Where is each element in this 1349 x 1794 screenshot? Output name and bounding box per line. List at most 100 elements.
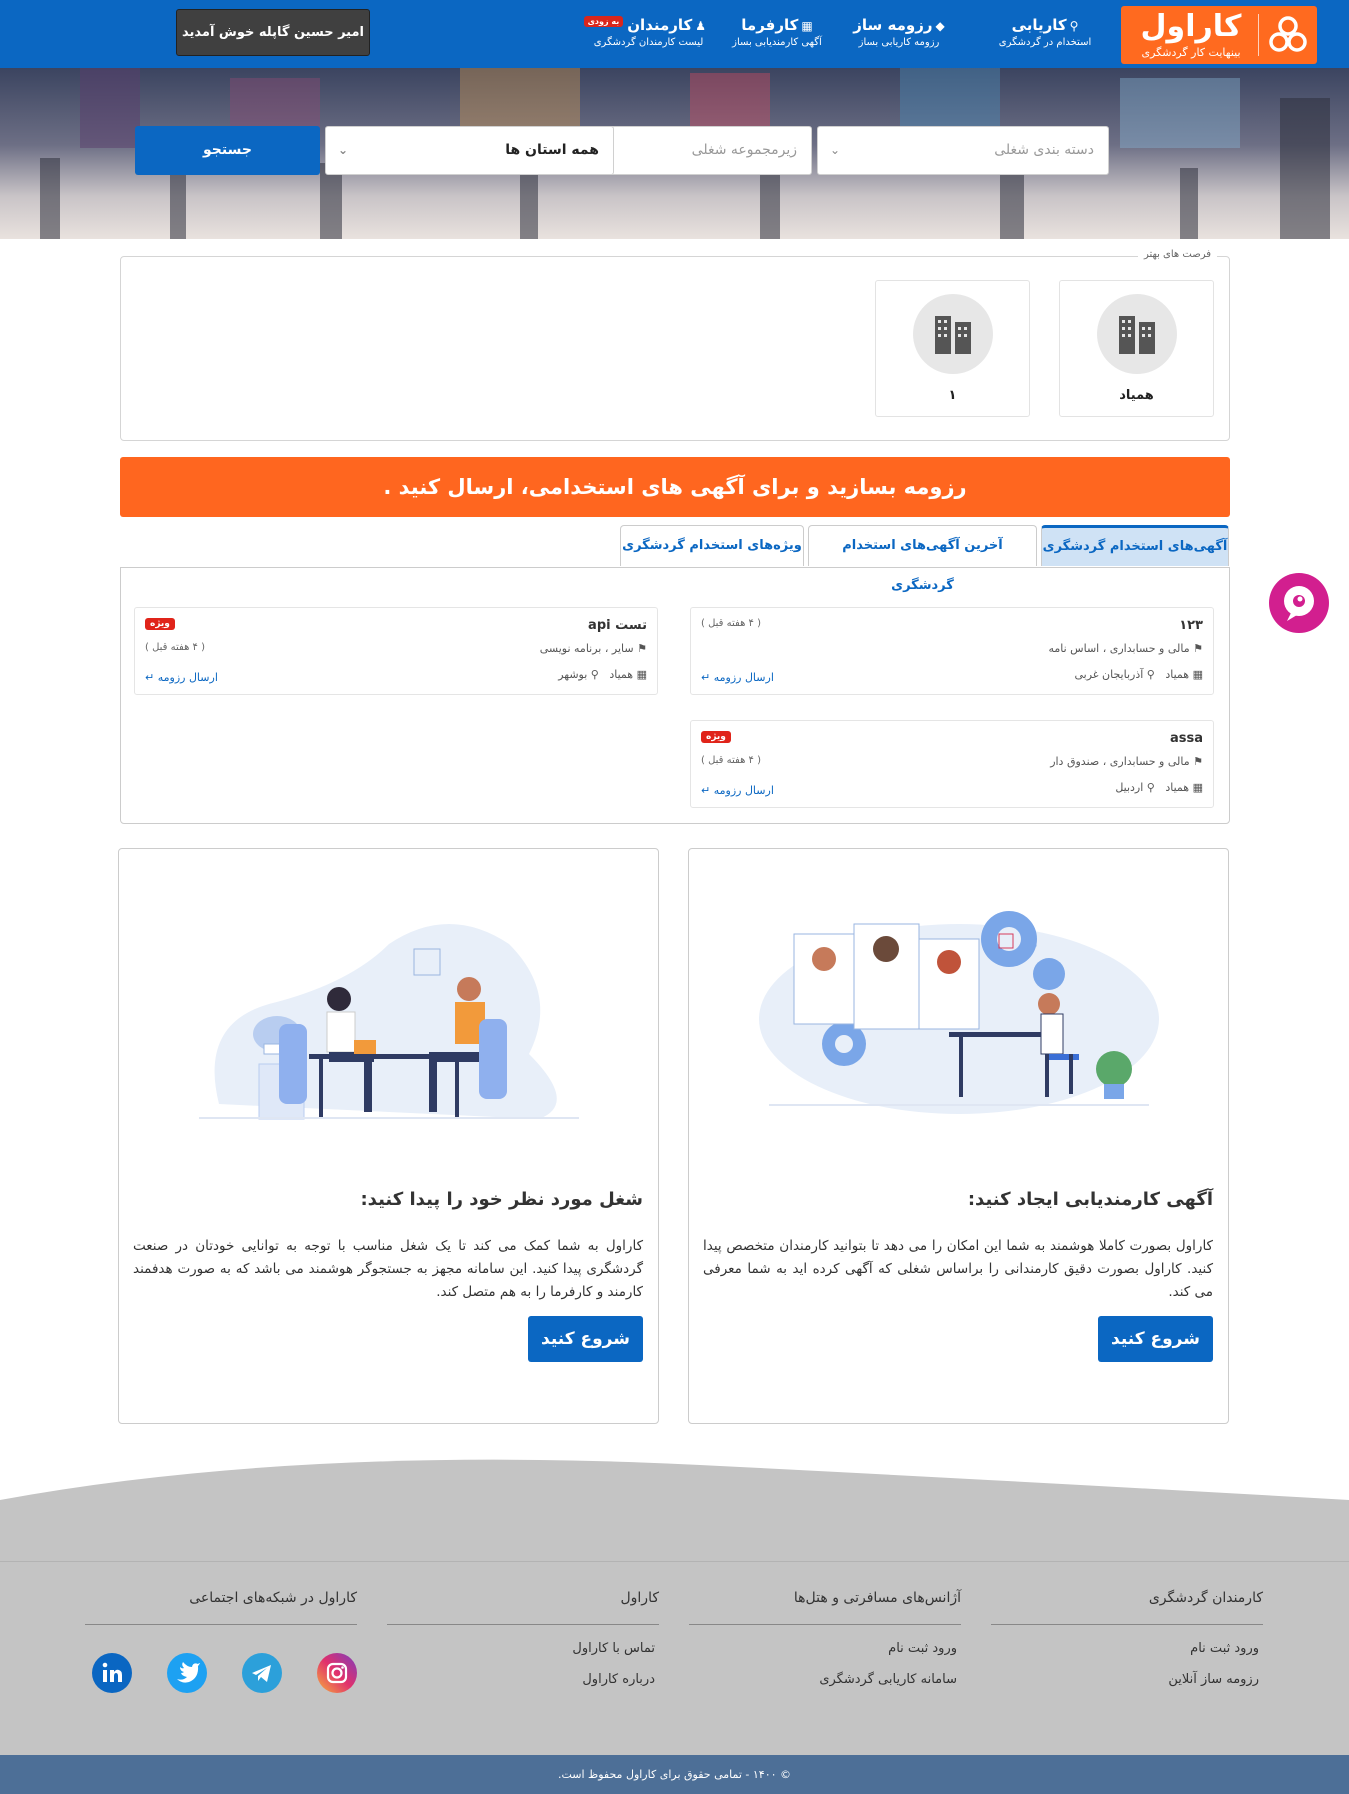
footer-heading: کاراول	[387, 1590, 659, 1625]
job-card[interactable]: assa ⚑ مالی و حسابداری ، صندوق دار ▦ همی…	[690, 720, 1214, 808]
feature-text: کاراول به شما کمک می کند تا یک شغل مناسب…	[133, 1238, 643, 1300]
nav-employees[interactable]: ♟کارمندانبه زودی لیست کارمندان گردشگری	[583, 16, 706, 48]
footer-link-login[interactable]: ورود ثبت نام	[689, 1641, 961, 1656]
jobseeker-feature-card: شغل مورد نظر خود را پیدا کنید: کاراول به…	[118, 848, 659, 1424]
job-title: تست api	[588, 618, 647, 633]
interview-illustration	[199, 924, 579, 1120]
site-footer: کارمندان گردشگری ورود ثبت نام رزومه ساز …	[0, 1530, 1349, 1755]
job-category: مالی و حسابداری ، اساس نامه	[1048, 642, 1190, 655]
logo-subtitle: بینهایت کار گردشگری	[1141, 46, 1241, 59]
building-icon: ▦	[1192, 668, 1203, 681]
twitter-icon[interactable]	[167, 1653, 207, 1693]
users-icon: ♟	[695, 19, 706, 33]
company-card[interactable]: ۱	[875, 280, 1030, 417]
footer-heading: کارمندان گردشگری	[991, 1590, 1263, 1625]
better-opportunities-box: فرصت های بهتر همیاد ۱	[120, 249, 1230, 441]
recruitment-illustration	[759, 911, 1159, 1114]
tab-tourism-jobs[interactable]: آگهی‌های استخدام گردشگری	[1041, 525, 1229, 566]
footer-link-resume-builder[interactable]: رزومه ساز آنلاین	[991, 1672, 1263, 1687]
job-category: مالی و حسابداری ، صندوق دار	[1050, 755, 1190, 768]
logo-title: کاراول	[1140, 9, 1242, 44]
building-icon	[1118, 316, 1155, 354]
job-listings: ۱۲۳ ⚑ مالی و حسابداری ، اساس نامه ▦ همیا…	[120, 567, 1230, 824]
building-icon	[934, 316, 971, 354]
job-location: اردبیل	[1115, 781, 1144, 794]
search-icon: ⚲	[1069, 19, 1079, 33]
tab-special-jobs[interactable]: ویژه‌های استخدام گردشگری	[620, 525, 804, 566]
building-icon: ▦	[1192, 781, 1203, 794]
job-card[interactable]: تست api ⚑ سایر ، برنامه نویسی ▦ همیاد ⚲ …	[134, 607, 658, 695]
logo-icon	[1269, 16, 1307, 52]
feature-text: کاراول بصورت کاملا هوشمند به شما این امک…	[703, 1238, 1213, 1300]
feature-title: شغل مورد نظر خود را پیدا کنید:	[360, 1189, 643, 1210]
site-logo[interactable]: کاراول بینهایت کار گردشگری	[1121, 6, 1317, 64]
nav-resume-builder[interactable]: ◆رزومه ساز رزومه کاریابی بساز	[849, 16, 949, 48]
job-age: ( ۴ هفته قبل )	[145, 642, 205, 653]
job-company: همیاد	[1165, 781, 1190, 794]
section-legend: فرصت های بهتر	[1137, 249, 1217, 260]
coming-soon-badge: به زودی	[583, 16, 624, 27]
copyright-bar: © ۱۴۰۰ - تمامی حقوق برای کاراول محفوظ اس…	[0, 1755, 1349, 1794]
chevron-down-icon: ⌄	[830, 143, 841, 157]
feature-title: آگهی کارمندیابی ایجاد کنید:	[967, 1189, 1213, 1210]
footer-column-karaval: کاراول تماس با کاراول درباره کاراول	[387, 1590, 659, 1687]
diamond-icon: ◆	[935, 19, 945, 33]
province-select[interactable]: همه استان ها ⌄	[325, 126, 614, 175]
job-title: ۱۲۳	[1179, 618, 1203, 633]
building-icon: ▦	[636, 668, 647, 681]
tab-latest-jobs[interactable]: آخرین آگهی‌های استخدام گردشگری	[808, 525, 1037, 593]
location-icon: ⚲	[1146, 781, 1155, 794]
footer-heading: آژانس‌های مسافرتی و هتل‌ها	[689, 1590, 961, 1625]
tag-icon: ⚑	[637, 642, 647, 655]
job-location: آذربایجان غربی	[1074, 668, 1144, 681]
nav-job-search[interactable]: ⚲کاریابی استخدام در گردشگری	[995, 16, 1095, 48]
telegram-icon[interactable]	[242, 1653, 282, 1693]
location-icon: ⚲	[590, 668, 599, 681]
employer-feature-card: آگهی کارمندیابی ایجاد کنید: کاراول بصورت…	[688, 848, 1229, 1424]
search-button[interactable]: جستجو	[135, 126, 320, 175]
company-name: همیاد	[1119, 388, 1154, 403]
instagram-icon[interactable]	[317, 1653, 357, 1693]
send-resume-link[interactable]: ارسال رزومه ↵	[145, 671, 218, 684]
footer-column-agencies: آژانس‌های مسافرتی و هتل‌ها ورود ثبت نام …	[689, 1590, 961, 1687]
company-name: ۱	[948, 388, 957, 403]
arrow-icon: ↵	[701, 784, 711, 797]
footer-link-login[interactable]: ورود ثبت نام	[991, 1641, 1263, 1656]
job-title: assa	[1169, 731, 1203, 746]
job-card[interactable]: ۱۲۳ ⚑ مالی و حسابداری ، اساس نامه ▦ همیا…	[690, 607, 1214, 695]
resume-cta-banner[interactable]: رزومه بسازید و برای آگهی های استخدامی، ا…	[120, 457, 1230, 517]
job-location: بوشهر	[558, 668, 588, 681]
building-icon: ▦	[801, 19, 813, 33]
arrow-icon: ↵	[145, 671, 155, 684]
footer-heading: کاراول در شبکه‌های اجتماعی	[85, 1590, 357, 1625]
chat-widget-button[interactable]	[1269, 573, 1329, 633]
linkedin-icon[interactable]	[92, 1653, 132, 1693]
arrow-icon: ↵	[701, 671, 711, 684]
footer-link-about[interactable]: درباره کاراول	[387, 1672, 659, 1687]
footer-link-contact[interactable]: تماس با کاراول	[387, 1641, 659, 1656]
job-company: همیاد	[1165, 668, 1190, 681]
location-icon: ⚲	[1146, 668, 1155, 681]
job-age: ( ۴ هفته قبل )	[701, 618, 761, 629]
send-resume-link[interactable]: ارسال رزومه ↵	[701, 671, 774, 684]
hero-search-section: دسته بندی شغلی⌄ زیرمجموعه شغلی⌄ همه استا…	[0, 68, 1349, 239]
send-resume-link[interactable]: ارسال رزومه ↵	[701, 784, 774, 797]
job-category: سایر ، برنامه نویسی	[539, 642, 634, 655]
start-jobseeker-button[interactable]: شروع کنید	[528, 1316, 643, 1362]
job-category-select[interactable]: دسته بندی شغلی ⌄	[817, 126, 1109, 175]
footer-column-social: کاراول در شبکه‌های اجتماعی	[85, 1590, 357, 1625]
special-badge: ویژه	[701, 731, 731, 743]
tag-icon: ⚑	[1193, 755, 1203, 768]
job-age: ( ۴ هفته قبل )	[701, 755, 761, 766]
start-employer-button[interactable]: شروع کنید	[1098, 1316, 1213, 1362]
tag-icon: ⚑	[1193, 642, 1203, 655]
welcome-user-button[interactable]: امیر حسین گاپله خوش آمدید	[176, 9, 370, 56]
nav-employer[interactable]: ▦کارفرما آگهی کارمندیابی بساز	[722, 16, 832, 48]
footer-column-employees: کارمندان گردشگری ورود ثبت نام رزومه ساز …	[991, 1590, 1263, 1687]
company-card[interactable]: همیاد	[1059, 280, 1214, 417]
job-company: همیاد	[609, 668, 634, 681]
chevron-down-icon: ⌄	[338, 143, 349, 157]
special-badge: ویژه	[145, 618, 175, 630]
chat-icon	[1284, 586, 1314, 621]
footer-link-job-system[interactable]: سامانه کاریابی گردشگری	[689, 1672, 961, 1687]
